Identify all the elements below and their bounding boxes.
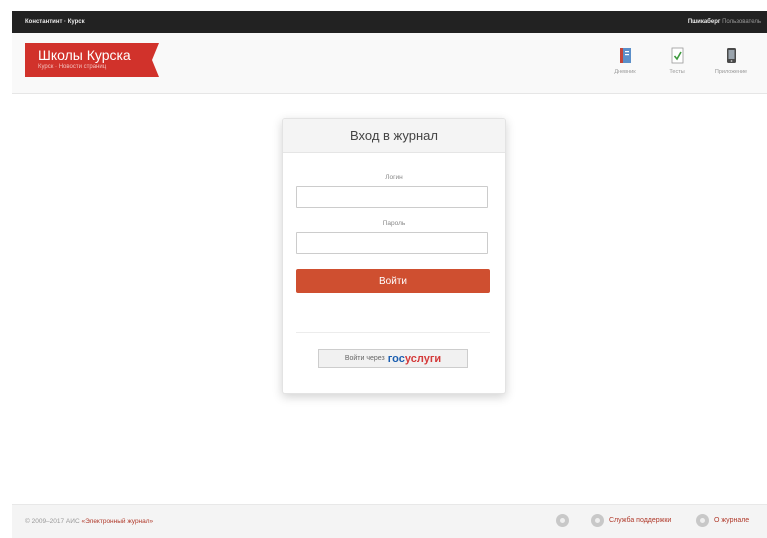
gosuslugi-prefix: Войти через: [344, 355, 385, 362]
login-card: Вход в журнал Логин Пароль Войти Войти ч…: [282, 118, 506, 394]
nav-tests-label: Тесты: [669, 69, 685, 75]
nav-tests[interactable]: Тесты: [652, 47, 702, 75]
book-icon: [619, 48, 631, 63]
password-input[interactable]: [296, 232, 488, 254]
login-card-title: Вход в журнал: [283, 119, 505, 153]
footer-support-label: Служба поддержки: [609, 517, 672, 524]
copyright-text: © 2009–2017 АИС: [25, 518, 80, 525]
logo[interactable]: Школы Курска Курск · Новости страниц: [25, 43, 159, 77]
copyright-link[interactable]: «Электронный журнал»: [81, 518, 153, 525]
gosuslugi-logo-part2: услуги: [404, 352, 442, 365]
nav-app-label: Приложение: [714, 69, 748, 75]
password-label: Пароль: [382, 220, 406, 227]
footer-about-label: О журнале: [714, 517, 750, 524]
support-icon: [591, 514, 604, 527]
gosuslugi-login-button[interactable]: Войти через гос услуги: [318, 349, 468, 368]
site-header: Школы Курска Курск · Новости страниц Дне…: [12, 33, 767, 94]
divider: [296, 332, 490, 333]
footer-phone-link[interactable]: [556, 514, 574, 527]
login-submit-button[interactable]: Войти: [296, 269, 490, 293]
top-bar: Константинт · Курск Пшикаберг Пользовате…: [12, 11, 767, 33]
nav-diary[interactable]: Дневник: [600, 47, 650, 75]
phone-icon: [726, 48, 736, 63]
logo-title: Школы Курска: [38, 47, 131, 63]
footer-about-link[interactable]: О журнале: [696, 514, 749, 527]
topbar-brand[interactable]: Константинт · Курск: [25, 19, 85, 25]
gosuslugi-logo-part1: гос: [387, 352, 405, 365]
login-label: Логин: [385, 174, 403, 181]
info-icon: [696, 514, 709, 527]
logo-subtitle: Курск · Новости страниц: [38, 64, 107, 70]
nav-app[interactable]: Приложение: [706, 47, 756, 75]
login-input[interactable]: [296, 186, 488, 208]
footer-support-link[interactable]: Служба поддержки: [591, 514, 671, 527]
topbar-user-role: Пользователь: [722, 19, 761, 25]
site-footer: © 2009–2017 АИС «Электронный журнал» Слу…: [12, 504, 767, 538]
phone-icon: [556, 514, 569, 527]
nav-diary-label: Дневник: [614, 69, 636, 75]
topbar-user-name[interactable]: Пшикаберг: [688, 19, 721, 25]
checklist-icon: [671, 47, 683, 64]
topbar-user[interactable]: Пшикаберг Пользователь: [688, 19, 761, 25]
footer-copyright: © 2009–2017 АИС «Электронный журнал»: [25, 518, 153, 525]
